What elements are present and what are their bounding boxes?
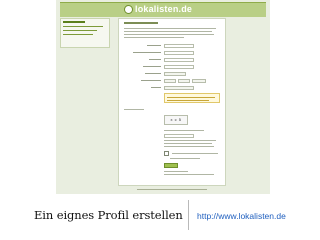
field-label	[147, 45, 161, 46]
footnote-text-line	[164, 174, 214, 175]
birth-year-select[interactable]	[192, 78, 206, 83]
site-footer	[118, 187, 226, 192]
terms-row	[164, 151, 220, 156]
form-row	[124, 78, 220, 83]
site-logo-text: lokalisten.de	[135, 4, 193, 14]
sidebar-title	[63, 21, 85, 23]
password-field[interactable]	[164, 57, 194, 62]
birth-day-select[interactable]	[164, 78, 176, 83]
presentation-slide: lokalisten.de x c 5 Ein eignes Profil er…	[0, 0, 320, 240]
form-row	[124, 71, 220, 76]
sidebar-link[interactable]	[63, 34, 93, 35]
email-field[interactable]	[164, 50, 194, 55]
gender-select[interactable]	[164, 71, 186, 76]
caption-divider	[188, 200, 189, 230]
field-label	[143, 66, 161, 67]
intro-text-line	[124, 34, 214, 35]
captcha-label	[124, 109, 144, 110]
website-url-link[interactable]: http://www.lokalisten.de	[197, 210, 286, 222]
form-row	[124, 50, 220, 55]
slide-caption: Ein eignes Profil erstellen	[34, 208, 183, 222]
form-row	[124, 43, 220, 48]
notice-text-line	[167, 100, 209, 101]
form-row	[124, 64, 220, 69]
field-label	[141, 80, 161, 81]
website-screenshot: lokalisten.de x c 5	[56, 0, 270, 194]
site-header: lokalisten.de	[60, 2, 266, 17]
intro-text-line	[124, 37, 184, 38]
birth-month-select[interactable]	[178, 78, 190, 83]
logo-circle-icon	[124, 5, 133, 14]
terms-text-line	[170, 158, 200, 159]
intro-text-line	[124, 28, 216, 29]
hint-text-line	[164, 143, 212, 144]
hint-text-line	[164, 146, 214, 147]
footer-links[interactable]	[137, 189, 207, 190]
city-select[interactable]	[164, 85, 194, 90]
field-label	[145, 73, 161, 74]
sidebar-link[interactable]	[63, 30, 97, 31]
sidebar-box	[60, 18, 110, 48]
notice-box	[164, 93, 220, 103]
field-label	[149, 59, 161, 60]
form-row	[124, 133, 220, 138]
field-label	[133, 52, 161, 53]
terms-text-line	[172, 153, 218, 154]
footnote-text-line	[164, 171, 188, 172]
hint-text-line	[164, 130, 204, 131]
password-repeat-field[interactable]	[164, 64, 194, 69]
sidebar-link[interactable]	[63, 26, 103, 27]
registration-form-panel: x c 5	[118, 18, 226, 186]
intro-text-line	[124, 31, 212, 32]
notice-text-line	[167, 97, 215, 98]
terms-checkbox[interactable]	[164, 151, 169, 156]
submit-button[interactable]	[164, 163, 178, 168]
nickname-field[interactable]	[164, 43, 194, 48]
field-label	[151, 87, 161, 88]
captcha-image: x c 5	[164, 115, 188, 125]
hint-text-line	[164, 140, 216, 141]
site-logo[interactable]: lokalisten.de	[124, 5, 192, 14]
form-row	[124, 57, 220, 62]
form-title	[124, 22, 158, 24]
form-row	[124, 85, 220, 90]
captcha-input[interactable]	[164, 133, 194, 138]
captcha-row: x c 5	[124, 114, 220, 126]
